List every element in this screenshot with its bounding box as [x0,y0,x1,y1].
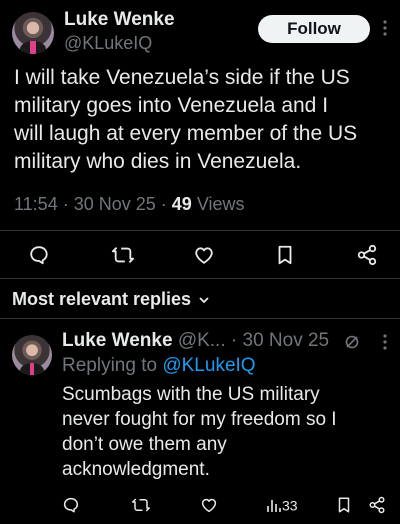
post-text-line: I will take Venezuela’s side if the US [14,66,350,89]
reply-share-icon[interactable] [368,496,386,514]
post-text: I will take Venezuela’s side if the US m… [14,64,396,176]
replies-sort-label: Most relevant replies [12,289,192,309]
reply-reply-icon[interactable] [62,496,80,514]
grok-icon[interactable] [344,334,360,350]
reply-author-name[interactable]: Luke Wenke [62,330,173,351]
reply-views[interactable]: 33 [266,496,298,513]
reply-text-line: Scumbags with the US military [62,384,320,405]
replies-sort-dropdown[interactable]: Most relevant replies [12,289,210,310]
reply-author-avatar[interactable] [12,335,52,375]
divider [0,278,400,279]
author-handle[interactable]: @KLukeIQ [64,33,152,54]
reply-text: Scumbags with the US military never foug… [62,382,392,482]
author-avatar[interactable] [12,12,54,54]
views-icon [266,497,282,513]
views-count: 49 [171,194,192,214]
reply-text-line: don’t owe them any [62,434,227,455]
views-label: Views [196,194,245,214]
replying-to-handle[interactable]: @KLukeIQ [162,355,255,376]
post-text-line: military who dies in Venezuela. [14,150,302,173]
reply-bookmark-icon[interactable] [336,496,352,514]
chevron-down-icon [198,295,210,305]
replying-to-prefix: Replying to [62,355,158,376]
reply-icon[interactable] [28,244,50,266]
reply-header: Luke Wenke @K... · 30 Nov 25 [62,330,330,351]
reply-date[interactable]: 30 Nov 25 [243,330,330,351]
retweet-icon[interactable] [111,244,135,266]
reply-author-handle[interactable]: @K... [178,330,226,351]
more-icon[interactable] [380,18,390,38]
post-meta: 11:54 · 30 Nov 25 · 49 Views [14,194,245,214]
reply-retweet-icon[interactable] [131,496,151,514]
reply-views-count: 33 [282,497,298,514]
reply-like-icon[interactable] [200,496,218,514]
bookmark-icon[interactable] [275,244,295,266]
divider [0,318,400,319]
post-time[interactable]: 11:54 [14,194,58,214]
share-icon[interactable] [356,244,378,266]
post-text-line: military goes into Venezuela and I [14,94,329,117]
replying-to: Replying to @KLukeIQ [62,355,256,377]
reply-text-line: acknowledgment. [62,459,210,480]
reply-text-line: never fought for my freedom so I [62,409,337,430]
follow-button[interactable]: Follow [258,15,370,43]
post-text-line: will laugh at every member of the US [14,122,358,145]
like-icon[interactable] [193,244,215,266]
divider [0,230,400,231]
post-date[interactable]: 30 Nov 25 [74,194,156,214]
reply-more-icon[interactable] [380,332,390,352]
author-name[interactable]: Luke Wenke [64,9,175,31]
